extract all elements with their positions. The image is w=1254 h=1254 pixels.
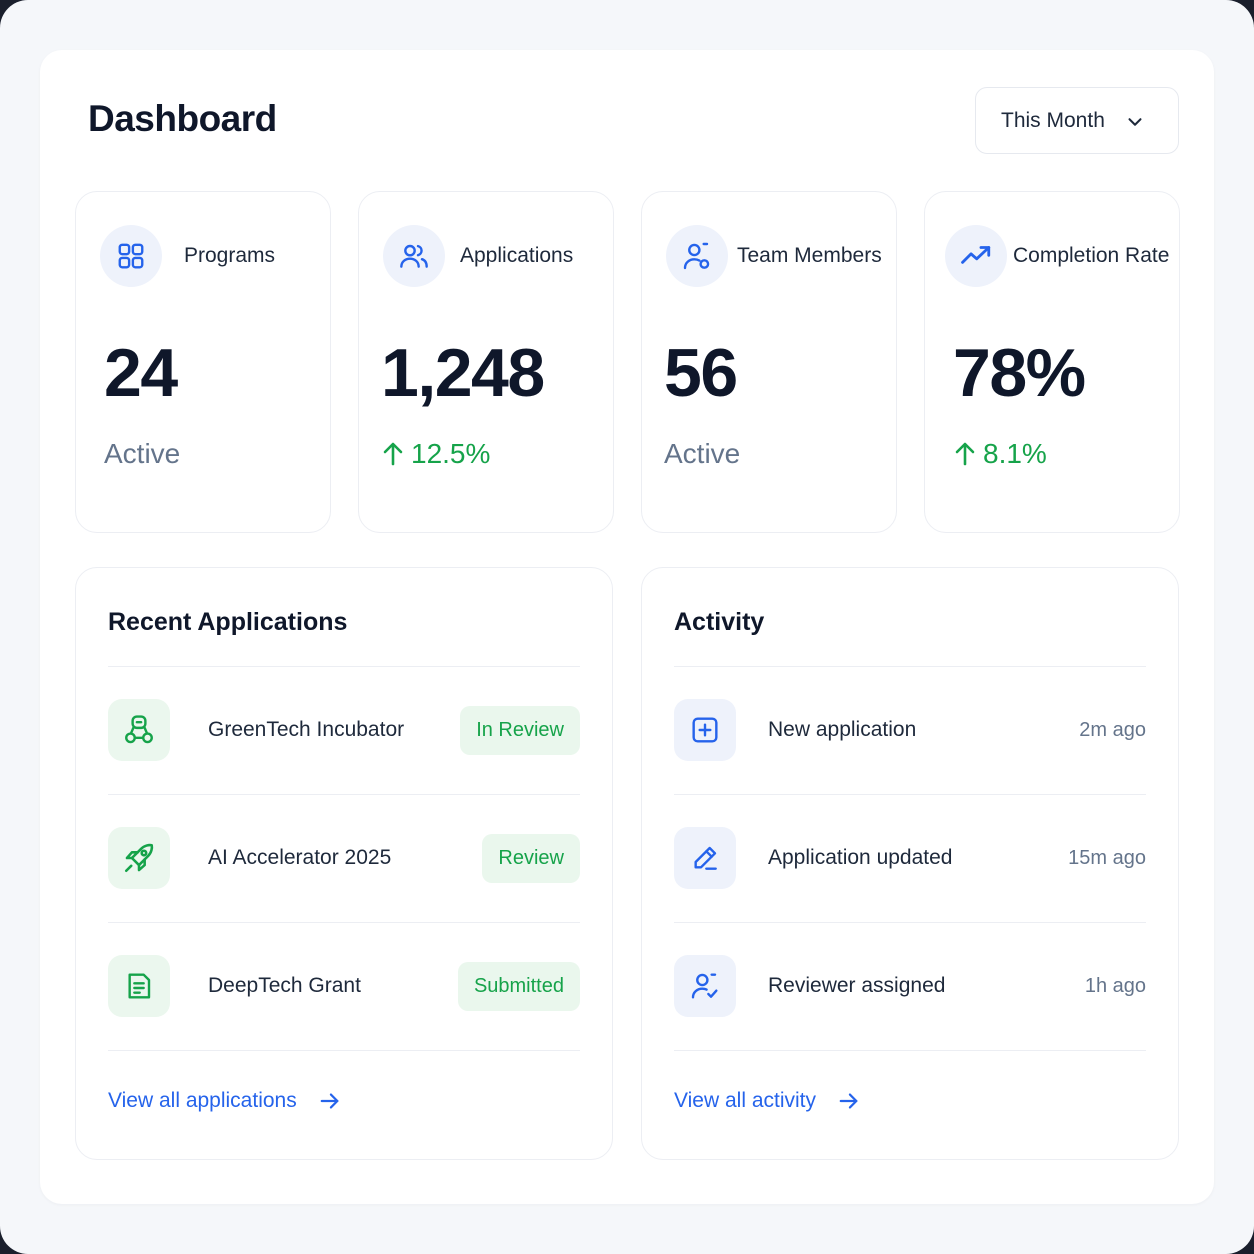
stat-trend-value: 8.1%	[983, 438, 1047, 469]
status-badge: Review	[482, 833, 580, 883]
dashboard-panel: Dashboard This Month Programs 24 Active …	[40, 50, 1214, 1204]
application-name: GreenTech Incubator	[208, 718, 405, 741]
period-select-label: This Month	[1001, 108, 1105, 132]
link-label: View all activity	[674, 1089, 816, 1112]
status-badge: In Review	[460, 705, 580, 755]
rocket-icon	[108, 827, 170, 889]
list-item[interactable]: New application 2m ago	[674, 666, 1146, 794]
stat-trend-value: 12.5%	[411, 438, 491, 469]
activity-card: Activity New application 2m ago Applicat…	[641, 567, 1179, 1160]
chevron-down-icon	[1128, 118, 1142, 126]
stat-label: Programs	[184, 244, 276, 267]
activity-time: 2m ago	[1079, 718, 1146, 741]
stat-card-completion-rate: Completion Rate 78% 8.1%	[924, 191, 1180, 533]
robot-icon	[108, 699, 170, 761]
stat-subtext: Active	[664, 438, 741, 469]
status-badge: Submitted	[457, 961, 580, 1011]
application-name: DeepTech Grant	[208, 974, 361, 997]
list-item[interactable]: GreenTech Incubator In Review	[108, 666, 580, 794]
view-all-applications-link[interactable]: View all applications	[108, 1089, 341, 1113]
list-item[interactable]: AI Accelerator 2025 Review	[108, 794, 580, 922]
activity-name: Reviewer assigned	[768, 974, 946, 997]
list-item[interactable]: Reviewer assigned 1h ago	[674, 922, 1146, 1050]
stat-value: 56	[664, 335, 738, 411]
link-label: View all applications	[108, 1089, 297, 1112]
arrow-right-icon	[839, 1093, 858, 1109]
page-title: Dashboard	[88, 98, 277, 139]
stat-value: 78%	[953, 335, 1086, 411]
recent-applications-title: Recent Applications	[108, 608, 348, 636]
user-add-icon	[666, 225, 728, 287]
period-select[interactable]: This Month	[975, 87, 1179, 154]
stat-card-programs: Programs 24 Active	[75, 191, 331, 533]
arrow-up-icon	[955, 442, 975, 466]
user-check-icon	[674, 955, 736, 1017]
divider	[674, 1050, 1146, 1051]
stat-label: Applications	[460, 244, 574, 267]
activity-title: Activity	[674, 608, 765, 636]
stat-value: 1,248	[381, 335, 545, 411]
activity-name: Application updated	[768, 846, 953, 869]
stat-trend: 8.1%	[953, 438, 1047, 470]
trend-icon	[945, 225, 1007, 287]
divider	[108, 1050, 580, 1051]
application-name: AI Accelerator 2025	[208, 846, 392, 869]
pencil-icon	[674, 827, 736, 889]
grid-icon	[100, 225, 162, 287]
recent-applications-card: Recent Applications GreenTech Incubator …	[75, 567, 613, 1160]
activity-name: New application	[768, 718, 917, 741]
list-item[interactable]: Application updated 15m ago	[674, 794, 1146, 922]
stat-subtext: Active	[104, 438, 181, 469]
stat-label: Team Members	[737, 244, 882, 267]
page-background: Dashboard This Month Programs 24 Active …	[0, 0, 1254, 1254]
users-icon	[383, 225, 445, 287]
plus-square-icon	[674, 699, 736, 761]
stat-label: Completion Rate	[1013, 244, 1170, 267]
stat-trend: 12.5%	[381, 438, 490, 470]
list-item[interactable]: DeepTech Grant Submitted	[108, 922, 580, 1050]
view-all-activity-link[interactable]: View all activity	[674, 1089, 860, 1113]
arrow-right-icon	[320, 1093, 339, 1109]
activity-time: 1h ago	[1084, 974, 1146, 997]
stat-value: 24	[104, 335, 178, 411]
activity-time: 15m ago	[1068, 846, 1146, 869]
stat-card-applications: Applications 1,248 12.5%	[358, 191, 614, 533]
stat-card-team-members: Team Members 56 Active	[641, 191, 897, 533]
arrow-up-icon	[383, 442, 403, 466]
document-icon	[108, 955, 170, 1017]
